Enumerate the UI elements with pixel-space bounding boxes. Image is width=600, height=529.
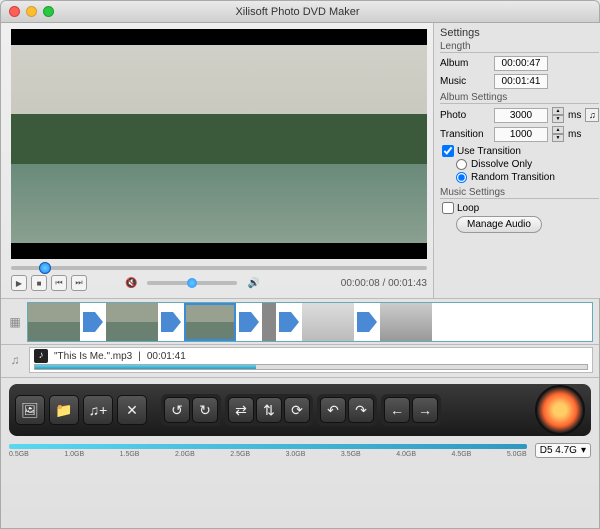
close-icon[interactable]	[9, 6, 20, 17]
time-current: 00:00:08	[341, 278, 380, 289]
next-button[interactable]: ⏭	[71, 275, 87, 291]
swap-button[interactable]: ⇄	[228, 397, 254, 423]
toolbar: 🖼 📁 ♫+ ✕ ↺ ↻ ⇄ ⇅ ⟳ ↶ ↷ ← →	[9, 384, 591, 436]
time-total: 00:01:43	[388, 278, 427, 289]
photo-strip[interactable]	[27, 302, 593, 342]
titlebar: Xilisoft Photo DVD Maker	[1, 1, 599, 23]
minimize-icon[interactable]	[26, 6, 37, 17]
transition-arrow-icon[interactable]	[159, 303, 183, 341]
manage-audio-button[interactable]: Manage Audio	[456, 216, 542, 233]
add-music-button[interactable]: ♫+	[83, 395, 113, 425]
thumb-6[interactable]	[380, 303, 432, 341]
refresh-button[interactable]: ⟳	[284, 397, 310, 423]
move-left-button[interactable]: ←	[384, 397, 410, 423]
audio-file-icon: ♪	[34, 349, 48, 363]
photo-label: Photo	[440, 110, 490, 121]
music-file-name: "This Is Me.".mp3	[54, 351, 132, 362]
rotate-ccw-button[interactable]: ↺	[164, 397, 190, 423]
dissolve-label: Dissolve Only	[471, 159, 532, 170]
use-transition-label: Use Transition	[457, 146, 521, 157]
length-label: Length	[440, 41, 599, 53]
photo-strip-icon: ▦	[7, 314, 23, 330]
seek-slider[interactable]	[11, 263, 427, 273]
music-track[interactable]: ♪ "This Is Me.".mp3 | 00:01:41	[29, 347, 593, 373]
prev-button[interactable]: ⏮	[51, 275, 67, 291]
add-folder-button[interactable]: 📁	[49, 395, 79, 425]
play-button[interactable]: ▶	[11, 275, 27, 291]
maximize-icon[interactable]	[43, 6, 54, 17]
delete-button[interactable]: ✕	[117, 395, 147, 425]
transition-arrow-icon[interactable]	[81, 303, 105, 341]
burn-button[interactable]	[535, 385, 585, 435]
volume-thumb-icon[interactable]	[187, 278, 197, 288]
transition-arrow-icon[interactable]	[237, 303, 261, 341]
transition-stepper[interactable]: ▲▼	[552, 126, 564, 142]
settings-panel: Settings Length Album 00:00:47 Music 00:…	[433, 23, 600, 298]
random-label: Random Transition	[471, 172, 555, 183]
transition-input[interactable]	[494, 127, 548, 142]
volume-slider[interactable]	[147, 281, 237, 285]
add-image-button[interactable]: 🖼	[15, 395, 45, 425]
loop-label: Loop	[457, 203, 479, 214]
transition-arrow-icon[interactable]	[355, 303, 379, 341]
chevron-down-icon: ▾	[581, 445, 586, 456]
ms-label2: ms	[568, 129, 581, 140]
disk-usage-bar: 0.5GB 1.0GB 1.5GB 2.0GB 2.5GB 3.0GB 3.5G…	[9, 442, 527, 458]
seek-thumb-icon[interactable]	[39, 262, 51, 274]
album-settings-label: Album Settings	[440, 92, 599, 104]
thumb-5[interactable]	[302, 303, 354, 341]
rotate-cw-button[interactable]: ↻	[192, 397, 218, 423]
move-right-button[interactable]: →	[412, 397, 438, 423]
volume-max-icon: 🔊	[247, 278, 259, 289]
random-radio[interactable]	[456, 172, 467, 183]
transition-arrow-icon[interactable]	[277, 303, 301, 341]
reorder-button[interactable]: ⇅	[256, 397, 282, 423]
ms-label: ms	[568, 110, 581, 121]
settings-title: Settings	[440, 27, 599, 39]
undo-button[interactable]: ↶	[320, 397, 346, 423]
stop-button[interactable]: ■	[31, 275, 47, 291]
music-strip-icon: ♫	[7, 352, 23, 368]
photo-input[interactable]	[494, 108, 548, 123]
thumb-1[interactable]	[28, 303, 80, 341]
volume-icon[interactable]: 🔇	[125, 278, 137, 289]
music-note-icon[interactable]: ♫	[585, 108, 599, 122]
thumb-2[interactable]	[106, 303, 158, 341]
music-settings-label: Music Settings	[440, 187, 599, 199]
photo-stepper[interactable]: ▲▼	[552, 107, 564, 123]
music-progress	[34, 364, 588, 370]
disk-type-select[interactable]: D5 4.7G ▾	[535, 443, 591, 458]
album-time: 00:00:47	[494, 56, 548, 71]
music-file-duration: 00:01:41	[147, 351, 186, 362]
preview-video	[11, 29, 427, 259]
music-time: 00:01:41	[494, 74, 548, 89]
thumb-4[interactable]	[262, 303, 276, 341]
playback-time: 00:00:08 / 00:01:43	[341, 278, 427, 289]
disk-selected-label: D5 4.7G	[540, 445, 577, 456]
redo-button[interactable]: ↷	[348, 397, 374, 423]
dissolve-radio[interactable]	[456, 159, 467, 170]
music-label: Music	[440, 76, 490, 87]
use-transition-checkbox[interactable]	[442, 145, 454, 157]
window-title: Xilisoft Photo DVD Maker	[54, 6, 541, 18]
thumb-3-selected[interactable]	[184, 303, 236, 341]
album-label: Album	[440, 58, 490, 69]
loop-checkbox[interactable]	[442, 202, 454, 214]
transition-label: Transition	[440, 129, 490, 140]
